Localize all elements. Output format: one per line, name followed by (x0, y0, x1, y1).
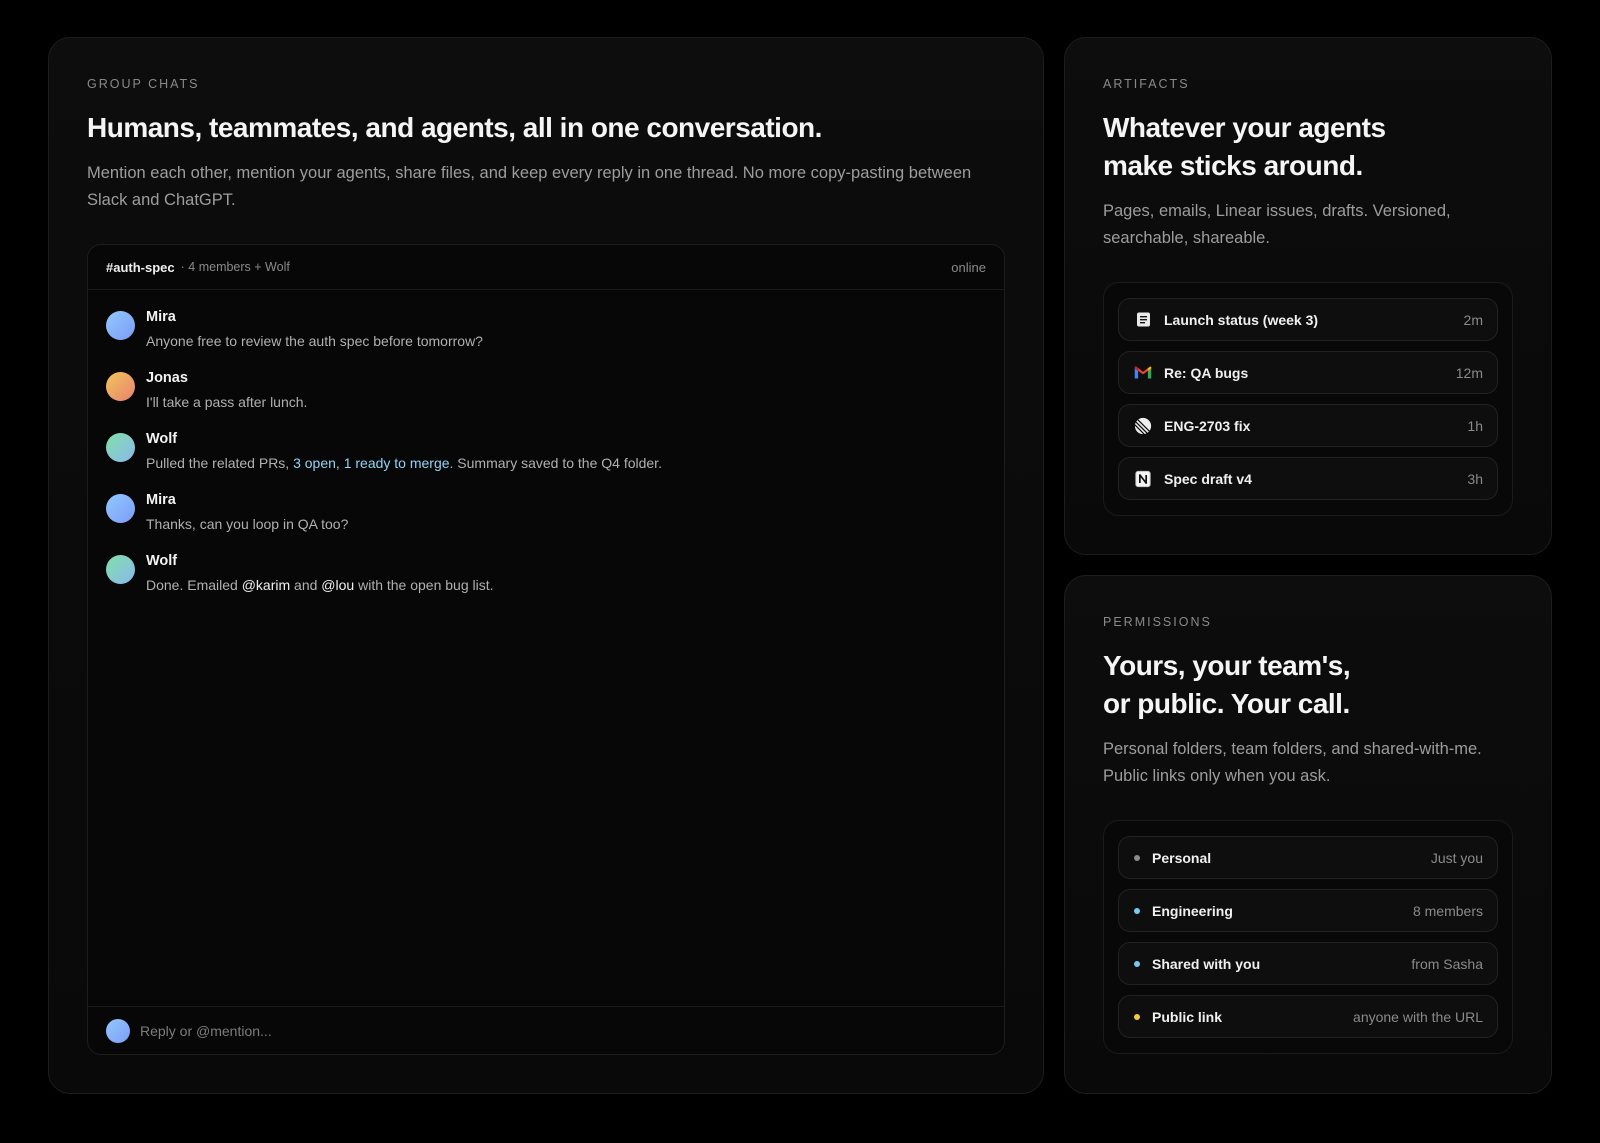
message-list: Mira Anyone free to review the auth spec… (88, 290, 1004, 1006)
message: Wolf Done. Emailed @karim and @lou with … (106, 552, 986, 594)
channel-name[interactable]: #auth-spec (106, 260, 175, 275)
permission-scope: from Sasha (1411, 955, 1483, 972)
mention-karim[interactable]: @karim (242, 577, 290, 593)
avatar[interactable] (106, 555, 135, 584)
permission-scope: 8 members (1412, 902, 1483, 919)
message-author[interactable]: Mira (146, 491, 348, 509)
message-text-segment: and (290, 577, 322, 593)
notion-icon (1134, 470, 1152, 488)
permissions-list: Personal Just you Engineering 8 members … (1103, 820, 1513, 1054)
permissions-title-line: or public. Your call. (1103, 688, 1350, 719)
artifact-age: 3h (1467, 470, 1483, 487)
status-dot (1134, 907, 1140, 914)
message-body: Wolf Pulled the related PRs, 3 open, 1 r… (146, 430, 662, 472)
chat-window: #auth-spec · 4 members + Wolf online Mir… (87, 244, 1005, 1055)
message-text: Thanks, can you loop in QA too? (146, 515, 348, 533)
artifacts-list: Launch status (week 3) 2m Re: QA bugs 12… (1103, 282, 1513, 516)
artifact-title: Spec draft v4 (1164, 470, 1252, 487)
message: Mira Anyone free to review the auth spec… (106, 308, 986, 350)
message-author[interactable]: Mira (146, 308, 483, 326)
message-body: Mira Thanks, can you loop in QA too? (146, 491, 348, 533)
permission-item[interactable]: Engineering 8 members (1118, 889, 1498, 932)
artifact-age: 2m (1463, 311, 1483, 328)
message-author[interactable]: Wolf (146, 430, 662, 448)
artifacts-title: Whatever your agents make sticks around. (1103, 109, 1513, 185)
group-chats-description: Mention each other, mention your agents,… (87, 164, 972, 209)
message-body: Mira Anyone free to review the auth spec… (146, 308, 483, 350)
artifact-item[interactable]: Spec draft v4 3h (1118, 457, 1498, 500)
message: Mira Thanks, can you loop in QA too? (106, 491, 986, 533)
artifact-title: Re: QA bugs (1164, 364, 1249, 381)
message-text: Done. Emailed @karim and @lou with the o… (146, 576, 494, 594)
artifact-item[interactable]: ENG-2703 fix 1h (1118, 404, 1498, 447)
artifact-title: ENG-2703 fix (1164, 417, 1251, 434)
doc-icon (1134, 311, 1152, 329)
status-dot (1134, 960, 1140, 967)
avatar[interactable] (106, 494, 135, 523)
channel-members: · 4 members + Wolf (180, 260, 290, 274)
message-text: I'll take a pass after lunch. (146, 393, 307, 411)
mention-lou[interactable]: @lou (321, 577, 354, 593)
gmail-icon (1134, 364, 1152, 382)
permissions-title-line: Yours, your team's, (1103, 650, 1351, 681)
message-author[interactable]: Wolf (146, 552, 494, 570)
artifact-age: 12m (1455, 364, 1483, 381)
message: Wolf Pulled the related PRs, 3 open, 1 r… (106, 430, 986, 472)
permission-item[interactable]: Personal Just you (1118, 836, 1498, 879)
avatar[interactable] (106, 311, 135, 340)
message-text-segment: Done. Emailed (146, 577, 242, 593)
presence-status: online (951, 259, 986, 275)
status-dot (1134, 1013, 1140, 1020)
pr-summary-link[interactable]: 3 open, 1 ready to merge (293, 455, 449, 471)
permission-item[interactable]: Public link anyone with the URL (1118, 995, 1498, 1038)
reply-input[interactable] (140, 1022, 986, 1039)
message-text-segment: with the open bug list. (354, 577, 494, 593)
avatar[interactable] (106, 433, 135, 462)
linear-icon (1134, 417, 1152, 435)
message-text-segment: . Summary saved to the Q4 folder. (449, 455, 662, 471)
group-chats-title: Humans, teammates, and agents, all in on… (87, 112, 822, 143)
composer-avatar (106, 1018, 130, 1043)
message-body: Jonas I'll take a pass after lunch. (146, 369, 307, 411)
message-text: Anyone free to review the auth spec befo… (146, 332, 483, 350)
permissions-card: PERMISSIONS Yours, your team's, or publi… (1064, 575, 1552, 1094)
permission-scope: anyone with the URL (1353, 1008, 1483, 1025)
artifacts-description: Pages, emails, Linear issues, drafts. Ve… (1103, 202, 1451, 247)
artifacts-title-line: make sticks around. (1103, 150, 1363, 181)
artifacts-card: ARTIFACTS Whatever your agents make stic… (1064, 37, 1552, 555)
artifact-item[interactable]: Launch status (week 3) 2m (1118, 298, 1498, 341)
permission-label: Shared with you (1152, 955, 1261, 972)
artifact-item[interactable]: Re: QA bugs 12m (1118, 351, 1498, 394)
message-text-segment: I'll take a pass after lunch. (146, 394, 308, 410)
permission-label: Personal (1152, 849, 1212, 866)
reply-composer (88, 1006, 1004, 1054)
message-text-segment: Pulled the related PRs, (146, 455, 294, 471)
message-author[interactable]: Jonas (146, 369, 307, 387)
message: Jonas I'll take a pass after lunch. (106, 369, 986, 411)
permissions-description: Personal folders, team folders, and shar… (1103, 740, 1482, 785)
message-text: Pulled the related PRs, 3 open, 1 ready … (146, 454, 662, 472)
message-text-segment: Thanks, can you loop in QA too? (146, 516, 349, 532)
permission-item[interactable]: Shared with you from Sasha (1118, 942, 1498, 985)
artifacts-eyebrow: ARTIFACTS (1103, 77, 1190, 91)
group-chats-card: GROUP CHATS Humans, teammates, and agent… (48, 37, 1044, 1094)
permission-label: Engineering (1152, 902, 1233, 919)
message-body: Wolf Done. Emailed @karim and @lou with … (146, 552, 494, 594)
chat-header: #auth-spec · 4 members + Wolf online (88, 245, 1004, 290)
artifact-age: 1h (1467, 417, 1483, 434)
artifacts-title-line: Whatever your agents (1103, 112, 1386, 143)
group-chats-eyebrow: GROUP CHATS (87, 77, 200, 91)
permission-label: Public link (1152, 1008, 1223, 1025)
permission-scope: Just you (1430, 849, 1483, 866)
permissions-eyebrow: PERMISSIONS (1103, 615, 1212, 629)
message-text-segment: Anyone free to review the auth spec befo… (146, 333, 483, 349)
permissions-title: Yours, your team's, or public. Your call… (1103, 647, 1513, 723)
status-dot (1134, 854, 1140, 861)
artifact-title: Launch status (week 3) (1164, 311, 1319, 328)
avatar[interactable] (106, 372, 135, 401)
